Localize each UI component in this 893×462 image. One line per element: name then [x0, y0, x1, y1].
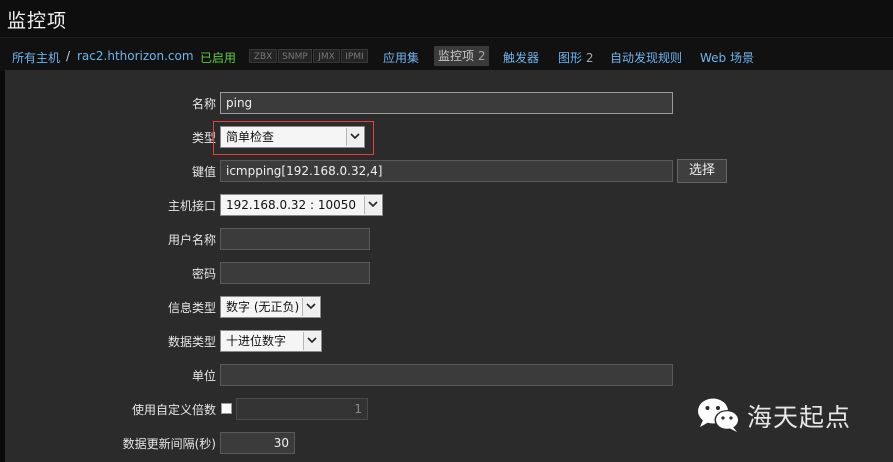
update-interval-label: 数据更新间隔(秒)	[122, 437, 216, 451]
wechat-icon	[698, 398, 740, 432]
data-type-label: 数据类型	[167, 335, 216, 349]
protocol-snmp-badge: SNMP	[278, 49, 312, 63]
username-label: 用户名称	[167, 233, 216, 247]
page-title: 监控项	[7, 10, 68, 32]
tab-items-count: 2	[477, 49, 486, 63]
title-bar: 监控项	[0, 0, 893, 36]
host-status-enabled[interactable]: 已启用	[200, 49, 236, 66]
update-interval-input[interactable]: 30	[220, 432, 295, 454]
host-interface-select[interactable]: 192.168.0.32 : 10050	[220, 194, 383, 216]
name-label: 名称	[191, 97, 216, 111]
value-type-value: 数字 (无正负)	[226, 300, 300, 314]
tab-applications[interactable]: 应用集	[383, 49, 419, 66]
key-label: 键值	[191, 165, 216, 179]
units-label: 单位	[191, 369, 216, 383]
breadcrumb-host[interactable]: rac2.hthorizon.com	[77, 49, 194, 63]
host-nav-bar: 所有主机 / rac2.hthorizon.com 已启用 ZBX SNMP J…	[0, 37, 893, 71]
value-type-label: 信息类型	[167, 301, 216, 315]
password-input[interactable]	[220, 262, 370, 284]
protocol-ipmi-badge: IPMI	[341, 49, 368, 63]
name-input[interactable]: ping	[220, 92, 673, 114]
protocol-jmx-badge: JMX	[313, 49, 340, 63]
username-input[interactable]	[220, 228, 370, 250]
custom-multiplier-label: 使用自定义倍数	[131, 403, 216, 417]
type-highlight-box	[213, 121, 374, 155]
data-type-select[interactable]: 十进位数字	[220, 330, 322, 352]
host-interface-value: 192.168.0.32 : 10050	[226, 198, 357, 212]
tab-graphs-label: 图形	[558, 51, 583, 65]
chevron-down-icon	[303, 332, 320, 350]
tab-graphs-count: 2	[585, 51, 594, 65]
chevron-down-icon	[302, 298, 319, 316]
chevron-down-icon	[364, 196, 381, 214]
data-type-value: 十进位数字	[226, 334, 287, 348]
breadcrumb-all-hosts[interactable]: 所有主机	[12, 49, 60, 66]
tab-items-label: 监控项	[438, 49, 475, 63]
tab-triggers[interactable]: 触发器	[503, 49, 539, 66]
units-input[interactable]	[220, 364, 673, 386]
protocol-zbx-badge: ZBX	[249, 49, 277, 63]
host-interface-label: 主机接口	[167, 199, 216, 213]
custom-multiplier-checkbox[interactable]	[221, 403, 232, 414]
tab-graphs[interactable]: 图形 2	[558, 49, 593, 66]
value-type-select[interactable]: 数字 (无正负)	[220, 296, 321, 318]
tab-items[interactable]: 监控项 2	[434, 46, 490, 66]
tab-web-scenarios[interactable]: Web 场景	[700, 49, 754, 66]
custom-multiplier-input[interactable]: 1	[236, 398, 368, 420]
watermark-text: 海天起点	[747, 403, 852, 432]
tab-discovery-rules[interactable]: 自动发现规则	[610, 49, 682, 66]
select-key-button[interactable]: 选择	[677, 159, 727, 183]
password-label: 密码	[191, 267, 216, 281]
key-input[interactable]: icmpping[192.168.0.32,4]	[220, 160, 673, 182]
breadcrumb-separator: /	[66, 49, 71, 63]
wechat-watermark: 海天起点	[695, 395, 850, 435]
